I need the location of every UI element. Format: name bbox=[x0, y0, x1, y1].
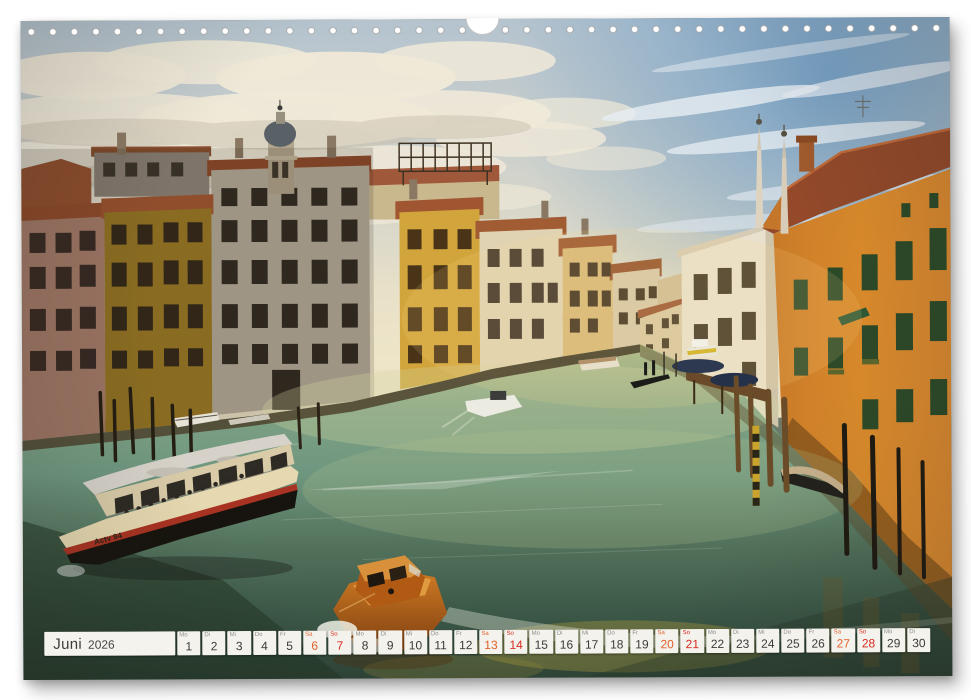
calendar-day: Di 16 bbox=[555, 630, 578, 654]
day-number: 20 bbox=[660, 638, 673, 653]
weekday-label: Sa bbox=[481, 631, 488, 637]
weekday-label: Fr bbox=[280, 632, 286, 638]
day-number: 30 bbox=[912, 637, 925, 652]
day-number: 2 bbox=[211, 640, 218, 655]
calendar-day: Mi 17 bbox=[580, 629, 603, 653]
calendar-day: So 21 bbox=[681, 629, 704, 653]
calendar-day: Mi 3 bbox=[228, 631, 251, 655]
weekday-label: Mo bbox=[532, 631, 540, 637]
calendar-day: So 7 bbox=[328, 631, 351, 655]
weekday-label: Mi bbox=[758, 630, 764, 636]
weekday-label: Di bbox=[204, 632, 210, 638]
calendar-day: Fr 5 bbox=[278, 631, 301, 655]
calendar-day: Di 9 bbox=[379, 630, 402, 654]
calendar-product-image: Actv 94 bbox=[0, 0, 971, 700]
month-label: Juni 2026 bbox=[44, 631, 175, 656]
calendar-day: Mo 29 bbox=[882, 628, 905, 652]
calendar-day: Di 23 bbox=[731, 629, 754, 653]
calendar-day: Mo 22 bbox=[706, 629, 729, 653]
day-number: 25 bbox=[786, 638, 799, 653]
day-number: 14 bbox=[509, 639, 522, 654]
day-number: 10 bbox=[409, 639, 422, 654]
weekday-label: Di bbox=[909, 629, 915, 635]
weekday-label: Mo bbox=[884, 629, 892, 635]
day-number: 8 bbox=[362, 640, 369, 655]
day-number: 19 bbox=[635, 638, 648, 653]
weekday-label: Mi bbox=[230, 632, 236, 638]
weekday-label: Do bbox=[431, 631, 439, 637]
day-number: 21 bbox=[686, 638, 699, 653]
day-number: 11 bbox=[434, 639, 447, 654]
day-number: 4 bbox=[261, 640, 268, 655]
weekday-label: Mo bbox=[179, 632, 187, 638]
weekday-label: So bbox=[683, 630, 690, 636]
weekday-label: Fr bbox=[809, 630, 815, 636]
day-number: 28 bbox=[862, 637, 875, 652]
day-number: 17 bbox=[585, 639, 598, 654]
day-number: 26 bbox=[811, 638, 824, 653]
day-number: 18 bbox=[610, 638, 623, 653]
day-number: 29 bbox=[887, 637, 900, 652]
weekday-label: Do bbox=[255, 632, 263, 638]
weekday-label: Mo bbox=[355, 632, 363, 638]
weekday-label: Sa bbox=[657, 630, 664, 636]
month-name: Juni bbox=[53, 635, 82, 652]
weekday-label: Mi bbox=[582, 631, 588, 637]
calendar-day: Do 25 bbox=[781, 629, 804, 653]
day-number: 5 bbox=[286, 640, 293, 655]
calendar-day: So 28 bbox=[857, 628, 880, 652]
calendar-day: Fr 26 bbox=[807, 629, 830, 653]
day-number: 24 bbox=[761, 638, 774, 653]
weekday-label: So bbox=[506, 631, 513, 637]
weekday-label: So bbox=[859, 629, 866, 635]
calendar-day: Sa 6 bbox=[303, 631, 326, 655]
weekday-label: Di bbox=[557, 631, 563, 637]
day-number: 15 bbox=[535, 639, 548, 654]
weekday-label: Fr bbox=[456, 631, 462, 637]
day-number: 7 bbox=[337, 640, 344, 655]
day-number: 3 bbox=[236, 640, 243, 655]
calendar-day: Do 11 bbox=[429, 630, 452, 654]
calendar-day: Mo 1 bbox=[177, 631, 200, 655]
weekday-label: Mi bbox=[406, 631, 412, 637]
calendar-day: So 14 bbox=[504, 630, 527, 654]
calendar-day: Do 4 bbox=[253, 631, 276, 655]
day-number: 1 bbox=[186, 640, 193, 655]
calendar-day: Mo 15 bbox=[530, 630, 553, 654]
calendar-day: Fr 19 bbox=[630, 629, 653, 653]
weekday-label: Do bbox=[783, 630, 791, 636]
day-number: 22 bbox=[711, 638, 724, 653]
venice-canal-photo: Actv 94 bbox=[21, 17, 953, 680]
weekday-label: Mo bbox=[708, 630, 716, 636]
calendar-day: Do 18 bbox=[605, 629, 628, 653]
calendar-day: Mi 24 bbox=[756, 629, 779, 653]
weekday-label: Sa bbox=[305, 632, 312, 638]
day-number: 13 bbox=[484, 639, 497, 654]
weekday-label: Sa bbox=[834, 629, 841, 635]
weekday-label: Di bbox=[381, 631, 387, 637]
calendar-page: Actv 94 bbox=[21, 17, 953, 680]
weekday-label: Do bbox=[607, 630, 615, 636]
calendar-day: Sa 20 bbox=[655, 629, 678, 653]
calendar-day: Sa 13 bbox=[479, 630, 502, 654]
day-number: 27 bbox=[837, 637, 850, 652]
day-number: 16 bbox=[560, 639, 573, 654]
calendar-strip: Juni 2026 Mo 1 Di 2 Mi 3 Do 4 Fr 5 Sa 6 … bbox=[44, 628, 930, 656]
calendar-day: Mo 8 bbox=[353, 630, 376, 654]
calendar-day: Fr 12 bbox=[454, 630, 477, 654]
day-number: 6 bbox=[311, 640, 318, 655]
weekday-label: Fr bbox=[632, 630, 638, 636]
day-number: 23 bbox=[736, 638, 749, 653]
year-label: 2026 bbox=[88, 636, 115, 651]
day-number: 12 bbox=[459, 639, 472, 654]
calendar-day: Di 2 bbox=[202, 631, 225, 655]
weekday-label: So bbox=[330, 632, 337, 638]
day-number: 9 bbox=[387, 639, 394, 654]
weekday-label: Di bbox=[733, 630, 739, 636]
venice-scene: Actv 94 bbox=[21, 17, 953, 680]
calendar-day: Di 30 bbox=[907, 628, 930, 652]
calendar-day: Mi 10 bbox=[404, 630, 427, 654]
calendar-day: Sa 27 bbox=[832, 628, 855, 652]
